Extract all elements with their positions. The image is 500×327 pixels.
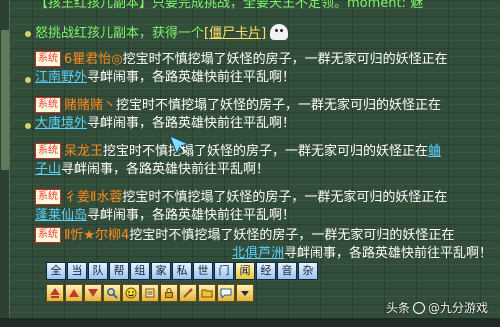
system-badge: 系统 — [35, 143, 61, 159]
emote-button[interactable] — [122, 284, 140, 302]
system-badge: 系统 — [35, 97, 61, 113]
watermark-logo-icon — [412, 302, 425, 314]
magnifier-icon — [107, 288, 118, 299]
message-text: 挖宝时不慎挖塌了妖怪的房子，一群无家可归的妖怪正在 — [116, 98, 442, 113]
tab-group[interactable]: 组 — [130, 262, 150, 280]
tab-sect[interactable]: 门 — [214, 262, 234, 280]
clear-button[interactable] — [179, 284, 197, 302]
message-text: 寻衅闹事，各路英雄快前往平乱啊！ — [87, 70, 296, 85]
tab-family[interactable]: 家 — [151, 262, 171, 280]
speech-bubble-icon — [220, 288, 232, 299]
player-name[interactable]: 呆龙王 — [64, 144, 103, 159]
dropdown-arrow-icon — [241, 291, 249, 296]
system-message-1-cont: 江南野外寻衅闹事，各路英雄快前往平乱啊！ — [35, 68, 492, 88]
system-message-2-cont: 大唐境外寻衅闹事，各路英雄快前往平乱啊！ — [35, 114, 492, 134]
tab-private[interactable]: 私 — [172, 262, 192, 280]
system-message-4-cont: 蓬莱仙岛寻衅闹事，各路英雄快前往平乱啊！ — [35, 206, 492, 226]
message-text: 挖宝时不慎挖塌了妖怪的房子，一群无家可归的妖怪 — [129, 228, 429, 243]
up-arrow-icon — [50, 288, 60, 298]
reward-text: 怒挑战红孩儿副本，获得一个 — [35, 26, 205, 41]
tab-trade[interactable]: 经 — [256, 262, 276, 280]
brush-icon — [183, 288, 193, 298]
cursor-icon — [169, 135, 190, 156]
item-link[interactable]: [僵尸卡片] — [204, 26, 266, 41]
chat-line-top: 【孩王红孩儿副本】只要完成挑战，全要天王不定领。moment: 魅 — [35, 0, 492, 14]
location-link[interactable]: 大唐境外 — [35, 116, 87, 131]
chat-scrollbar[interactable] — [0, 0, 10, 327]
chat-toolbar — [46, 284, 254, 302]
location-link[interactable]: 北俱芦洲 — [232, 246, 284, 261]
lock-button[interactable] — [160, 284, 178, 302]
tab-voice[interactable]: 音 — [277, 262, 297, 280]
player-name[interactable]: 赌赌赌丶 — [64, 98, 116, 113]
system-badge: 系统 — [35, 189, 61, 205]
message-text: 寻衅闹事，各路英雄快前往平乱啊！ — [284, 246, 492, 261]
message-text: 挖宝时不慎挖塌了妖怪的房子，一群无家可归的妖怪正在 — [122, 52, 448, 67]
down-arrow-icon — [88, 289, 98, 297]
message-text: 正在 — [428, 228, 455, 243]
bullet-icon — [25, 77, 31, 83]
scroll-down-button[interactable] — [84, 284, 102, 302]
scroll-top-button[interactable] — [46, 284, 64, 302]
message-text: 挖宝时不慎挖塌了妖怪的房子，一群无家可归的妖怪正在 — [122, 190, 448, 205]
tab-world[interactable]: 世 — [193, 262, 213, 280]
ghost-emoji-icon — [270, 24, 289, 40]
location-link[interactable]: 蓬莱仙岛 — [35, 208, 87, 223]
tab-current[interactable]: 当 — [67, 262, 87, 280]
more-button[interactable] — [236, 284, 254, 302]
scroll-icon — [145, 288, 155, 298]
record-button[interactable] — [141, 284, 159, 302]
player-name[interactable]: Ⅱ忻★尔柳4 — [64, 228, 129, 243]
search-button[interactable] — [103, 284, 121, 302]
tab-guild[interactable]: 帮 — [109, 262, 129, 280]
watermark-handle: @九分游戏 — [427, 301, 488, 315]
tab-team[interactable]: 队 — [88, 262, 108, 280]
system-message-5-cont: 北俱芦洲寻衅闹事，各路英雄快前往平乱啊！ — [232, 244, 492, 264]
lock-icon — [165, 288, 173, 298]
scrollbar-thumb[interactable] — [1, 30, 9, 170]
smiley-icon — [125, 287, 137, 299]
system-message-4: 系统 彳姜Ⅱ水蓉挖宝时不慎挖塌了妖怪的房子，一群无家可归的妖怪正在 — [35, 188, 492, 208]
up-arrow-icon — [69, 289, 79, 297]
system-message-5: 系统 Ⅱ忻★尔柳4挖宝时不慎挖塌了妖怪的房子，一群无家可归的妖怪正在 — [35, 226, 492, 246]
bullet-icon — [25, 123, 31, 129]
bullet-icon — [25, 31, 31, 37]
player-name[interactable]: 6瞿君怡◎ — [64, 52, 123, 67]
folder-button[interactable] — [198, 284, 216, 302]
location-link[interactable]: 子山 — [35, 162, 61, 177]
message-text: 寻衅闹事，各路英雄快前往平乱啊！ — [61, 162, 270, 177]
watermark-brand: 头条 — [385, 301, 410, 315]
message-text: 寻衅闹事，各路英雄快前往平乱啊！ — [87, 208, 296, 223]
tab-all[interactable]: 全 — [46, 262, 66, 280]
folder-icon — [201, 289, 213, 298]
player-name[interactable]: 彳姜Ⅱ水蓉 — [64, 190, 122, 205]
location-link[interactable]: 江南野外 — [35, 70, 87, 85]
watermark: 头条 @九分游戏 — [386, 299, 488, 316]
system-badge: 系统 — [35, 51, 61, 67]
chat-line-reward: 怒挑战红孩儿副本，获得一个[僵尸卡片] — [35, 24, 492, 44]
system-message-2: 系统 赌赌赌丶挖宝时不慎挖塌了妖怪的房子，一群无家可归的妖怪正在 — [35, 96, 492, 116]
message-text: 挖宝时不慎挖塌了妖怪的房子，一群无家可归的妖怪正在 — [103, 144, 429, 159]
system-badge: 系统 — [35, 227, 61, 243]
scroll-up-button[interactable] — [65, 284, 83, 302]
tab-news[interactable]: 闻 — [235, 262, 255, 280]
location-link[interactable]: 蛐 — [428, 144, 441, 159]
channel-tab-bar: 全 当 队 帮 组 家 私 世 门 闻 经 音 杂 — [46, 262, 318, 280]
chat-bubble-button[interactable] — [217, 284, 235, 302]
system-message-3: 系统 呆龙王挖宝时不慎挖塌了妖怪的房子，一群无家可归的妖怪正在蛐 — [35, 142, 492, 162]
system-message-1: 系统 6瞿君怡◎挖宝时不慎挖塌了妖怪的房子，一群无家可归的妖怪正在 — [35, 50, 492, 70]
system-message-3-cont: 子山寻衅闹事，各路英雄快前往平乱啊！ — [35, 160, 492, 180]
bottom-strip — [0, 318, 500, 327]
message-text: 寻衅闹事，各路英雄快前往平乱啊！ — [87, 116, 296, 131]
chat-line-top-text: 【孩王红孩儿副本】只要完成挑战，全要天王不定领。moment: 魅 — [35, 0, 424, 11]
tab-misc[interactable]: 杂 — [298, 262, 318, 280]
